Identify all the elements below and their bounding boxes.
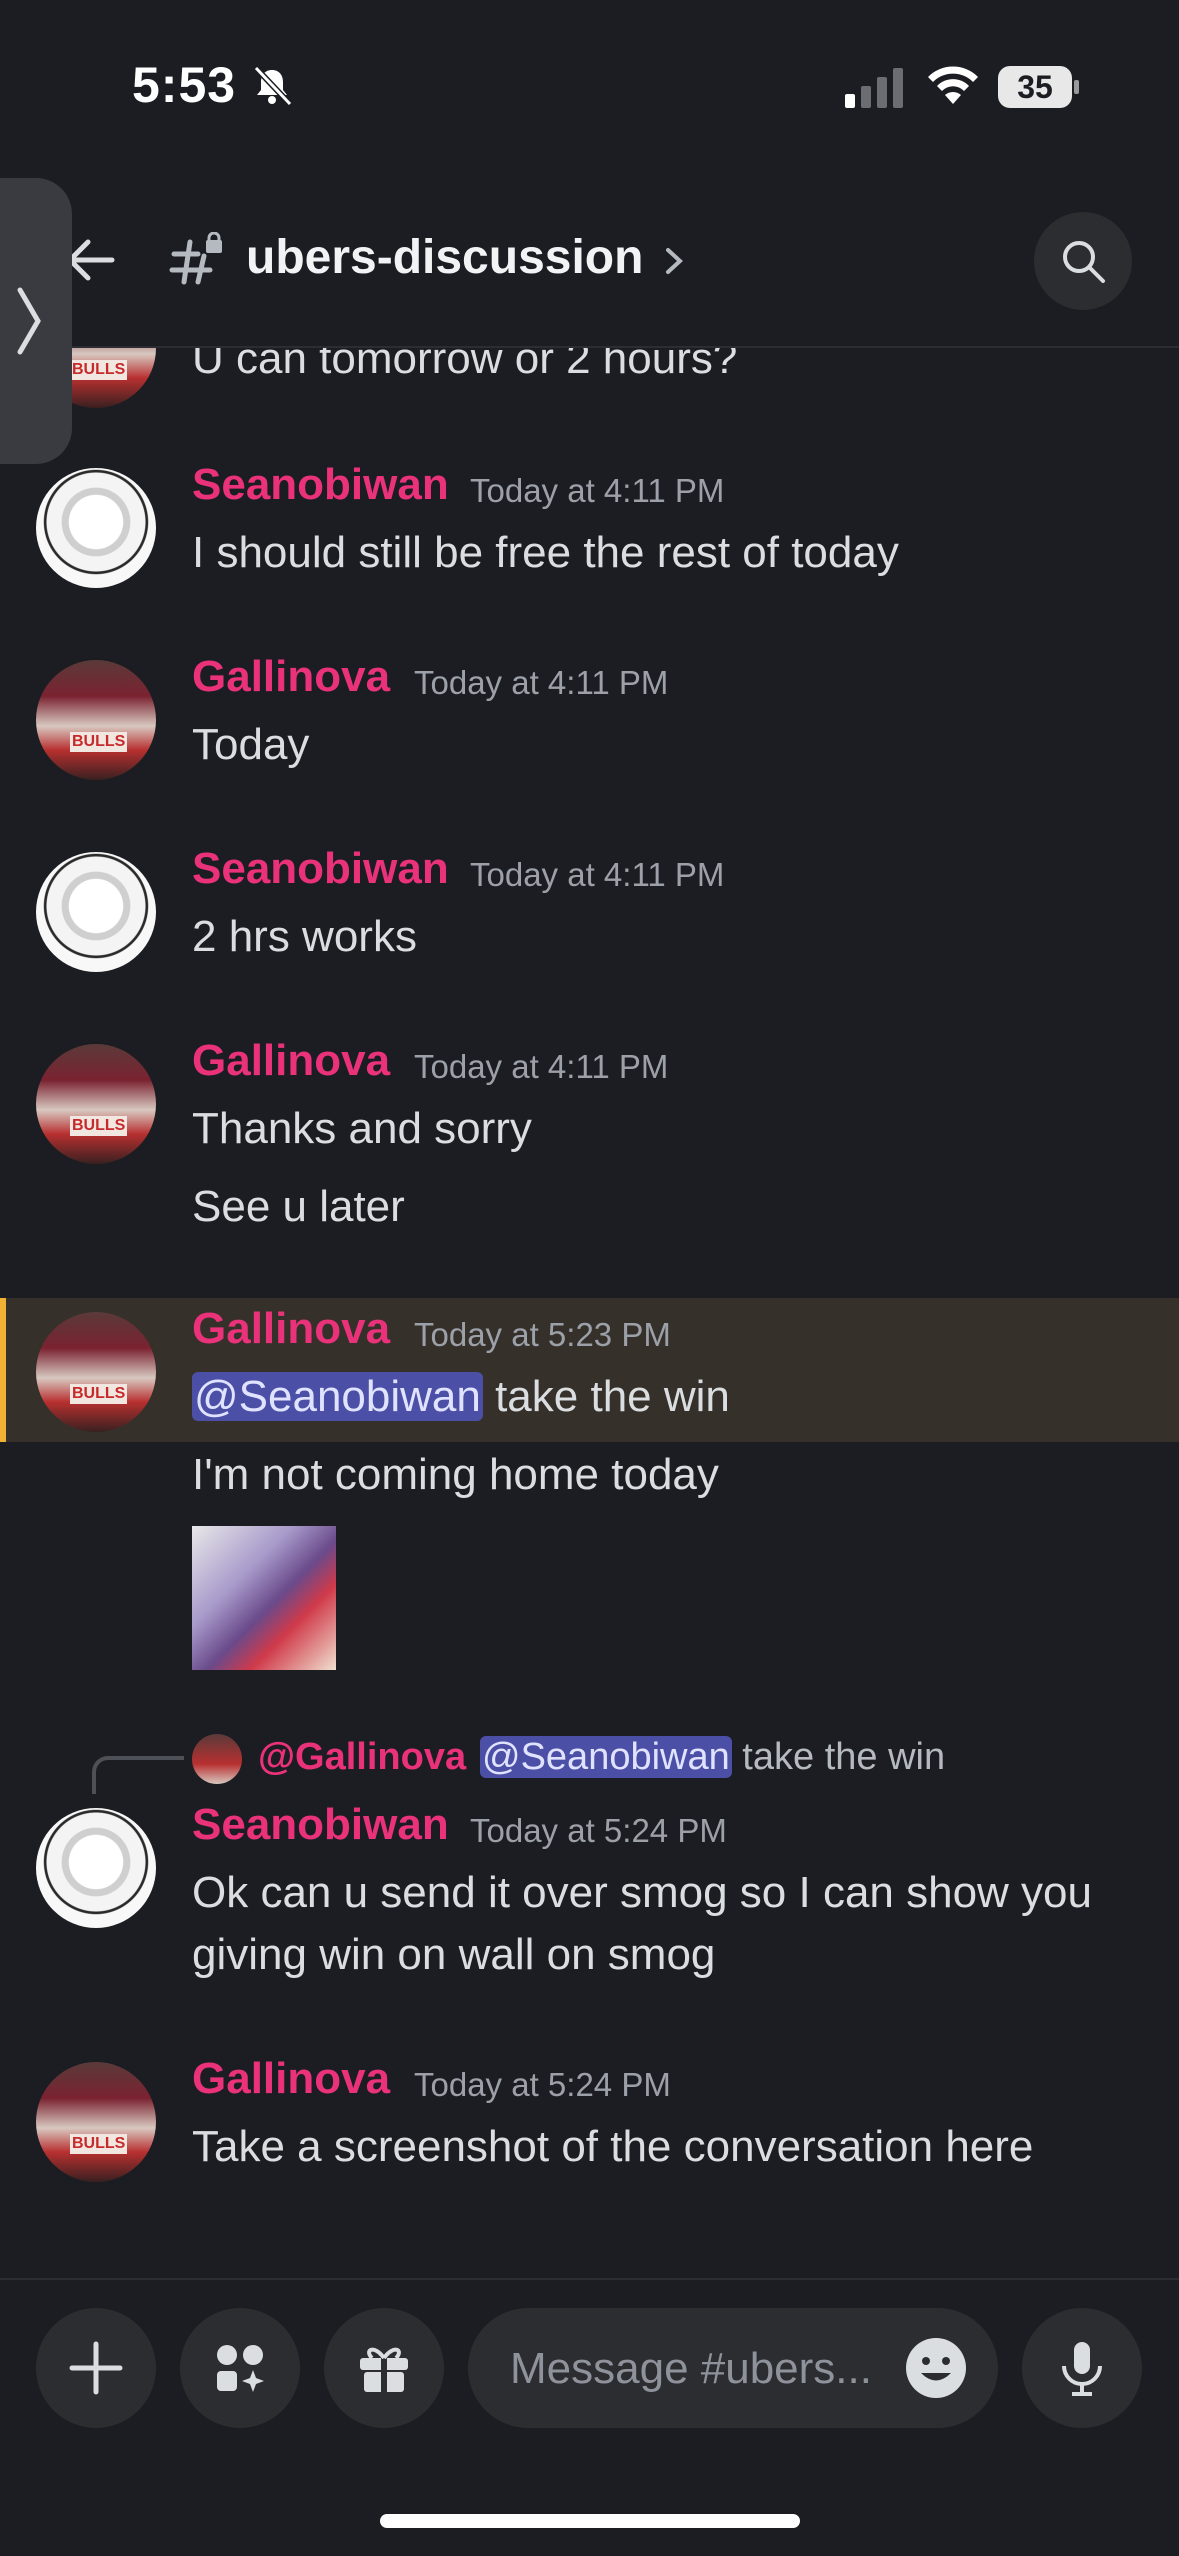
composer-divider bbox=[0, 2278, 1179, 2280]
reply-author[interactable]: @Gallinova bbox=[258, 1736, 466, 1779]
message-author[interactable]: Gallinova bbox=[192, 2054, 390, 2104]
apps-sparkle-icon bbox=[217, 2345, 264, 2392]
message-timestamp: Today at 4:11 PM bbox=[470, 856, 725, 893]
avatar[interactable] bbox=[36, 1312, 156, 1432]
avatar[interactable] bbox=[36, 468, 156, 588]
message-timestamp: Today at 5:24 PM bbox=[414, 2066, 671, 2103]
user-mention: @Seanobiwan bbox=[480, 1736, 732, 1778]
message-author[interactable]: Gallinova bbox=[192, 1036, 390, 1086]
emoji-icon[interactable] bbox=[904, 2336, 968, 2400]
message-text: I should still be free the rest of today bbox=[192, 528, 899, 577]
message-text: U can tomorrow or 2 hours? bbox=[192, 348, 738, 383]
message-input[interactable]: Message #ubers... bbox=[468, 2308, 998, 2428]
avatar[interactable] bbox=[36, 1808, 156, 1928]
reply-avatar bbox=[192, 1734, 242, 1784]
message-author[interactable]: Seanobiwan bbox=[192, 1800, 449, 1850]
message-author[interactable]: Gallinova bbox=[192, 652, 390, 702]
wifi-icon bbox=[928, 66, 978, 104]
message-list[interactable]: U can tomorrow or 2 hours? Seanobiwan To… bbox=[0, 348, 1179, 2278]
message-author[interactable]: Gallinova bbox=[192, 1304, 390, 1354]
image-attachment[interactable] bbox=[192, 1526, 336, 1670]
reply-connector bbox=[92, 1756, 184, 1794]
bell-muted-icon bbox=[253, 65, 293, 107]
battery-indicator: 35 bbox=[998, 66, 1079, 108]
reply-preview[interactable]: @Seanobiwan take the win bbox=[480, 1736, 945, 1779]
message-text: @Seanobiwan take the win bbox=[192, 1366, 1152, 1428]
user-mention[interactable]: @Seanobiwan bbox=[192, 1372, 483, 1421]
chevron-right-icon[interactable] bbox=[662, 246, 686, 276]
apps-button[interactable] bbox=[180, 2308, 300, 2428]
message-timestamp: Today at 5:23 PM bbox=[414, 1316, 671, 1353]
battery-level: 35 bbox=[1017, 69, 1053, 105]
locked-channel-hash-icon bbox=[169, 232, 222, 285]
status-bar: 5:53 35 bbox=[0, 0, 1179, 170]
chevron-right-icon bbox=[17, 287, 41, 355]
gift-button[interactable] bbox=[324, 2308, 444, 2428]
message-text: Thanks and sorry bbox=[192, 1104, 532, 1153]
message-text-rest: take the win bbox=[482, 1372, 730, 1421]
search-icon bbox=[1063, 241, 1105, 283]
message-text: giving win on wall on smog bbox=[192, 1930, 716, 1979]
avatar[interactable] bbox=[36, 1044, 156, 1164]
message-timestamp: Today at 5:24 PM bbox=[470, 1812, 727, 1849]
message-text: I'm not coming home today bbox=[192, 1450, 719, 1499]
plus-icon bbox=[69, 2341, 123, 2395]
message-text: See u later bbox=[192, 1182, 405, 1231]
message-text: Today bbox=[192, 720, 310, 769]
channel-header: ubers-discussion bbox=[0, 170, 1179, 348]
message-author[interactable]: Seanobiwan bbox=[192, 460, 449, 510]
message-text: Take a screenshot of the conversation he… bbox=[192, 2122, 1034, 2171]
message-input-placeholder: Message #ubers... bbox=[510, 2344, 872, 2393]
cellular-signal-icon bbox=[845, 68, 903, 108]
avatar[interactable] bbox=[36, 852, 156, 972]
message-timestamp: Today at 4:11 PM bbox=[470, 472, 725, 509]
message-timestamp: Today at 4:11 PM bbox=[414, 664, 669, 701]
microphone-icon bbox=[1062, 2342, 1102, 2396]
reply-preview-rest: take the win bbox=[731, 1736, 946, 1778]
search-button[interactable] bbox=[1034, 212, 1132, 310]
message-author[interactable]: Seanobiwan bbox=[192, 844, 449, 894]
status-time: 5:53 bbox=[132, 57, 237, 113]
home-indicator[interactable] bbox=[380, 2514, 800, 2528]
avatar[interactable] bbox=[36, 660, 156, 780]
gift-icon bbox=[360, 2347, 408, 2392]
mention-highlight-bar bbox=[0, 1298, 6, 1442]
add-attachment-button[interactable] bbox=[36, 2308, 156, 2428]
channel-title[interactable]: ubers-discussion bbox=[246, 230, 643, 285]
message-text: Ok can u send it over smog so I can show… bbox=[192, 1868, 1093, 1917]
message-timestamp: Today at 4:11 PM bbox=[414, 1048, 669, 1085]
message-text: 2 hrs works bbox=[192, 912, 417, 961]
avatar[interactable] bbox=[36, 2062, 156, 2182]
voice-message-button[interactable] bbox=[1022, 2308, 1142, 2428]
sidebar-drawer-handle[interactable] bbox=[0, 178, 72, 464]
